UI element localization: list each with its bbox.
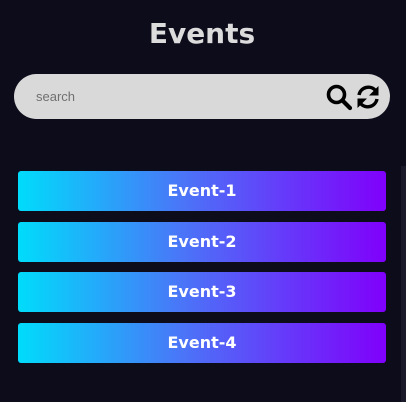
search-bar [14,74,390,119]
event-button-1[interactable]: Event-1 [18,171,386,211]
search-input[interactable] [36,85,306,107]
refresh-icon [357,85,379,109]
page-title: Events [148,17,256,50]
search-button[interactable] [325,83,353,111]
event-button-2[interactable]: Event-2 [18,221,386,262]
refresh-button[interactable] [354,83,382,111]
event-list: Event-1 Event-2 Event-3 Event-4 [18,171,386,373]
event-button-3[interactable]: Event-3 [18,272,386,312]
event-button-4[interactable]: Event-4 [18,322,386,363]
search-icon [326,84,353,111]
scrollbar[interactable] [401,166,406,402]
